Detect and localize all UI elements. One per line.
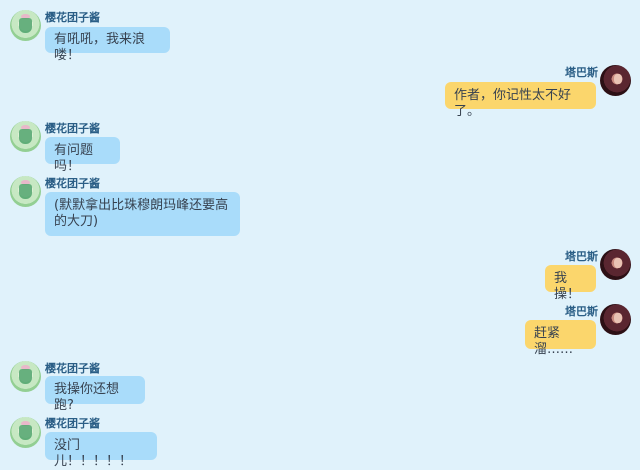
user-avatar[interactable] [10, 361, 41, 392]
sender-name: 樱花团子酱 [45, 417, 100, 430]
message-bubble[interactable]: 没门儿！！！！！ [45, 432, 157, 469]
message-bubble[interactable]: 有吼吼，我来浪喽！ [45, 27, 170, 63]
message-bubble[interactable]: (默默拿出比珠穆朗玛峰还要高的大刀) [45, 192, 240, 236]
message-bubble[interactable]: 赶紧溜…… [525, 320, 596, 357]
user-avatar[interactable] [10, 417, 41, 448]
sender-name: 樱花团子酱 [45, 122, 100, 135]
user-avatar[interactable] [10, 176, 41, 207]
user-avatar[interactable] [10, 121, 41, 152]
message-bubble[interactable]: 有问题吗！ [45, 137, 120, 174]
user-avatar[interactable] [10, 10, 41, 41]
user-avatar[interactable] [600, 304, 631, 335]
sender-name: 塔巴斯 [565, 250, 598, 263]
user-avatar[interactable] [600, 65, 631, 96]
sender-name: 塔巴斯 [565, 66, 598, 79]
sender-name: 樱花团子酱 [45, 362, 100, 375]
sender-name: 樱花团子酱 [45, 177, 100, 190]
sender-name: 塔巴斯 [565, 305, 598, 318]
user-avatar[interactable] [600, 249, 631, 280]
message-bubble[interactable]: 作者，你记性太不好了。 [445, 82, 596, 119]
sender-name: 樱花团子酱 [45, 11, 100, 24]
message-bubble[interactable]: 我操！ [545, 265, 596, 302]
message-bubble[interactable]: 我操你还想跑? [45, 376, 145, 413]
